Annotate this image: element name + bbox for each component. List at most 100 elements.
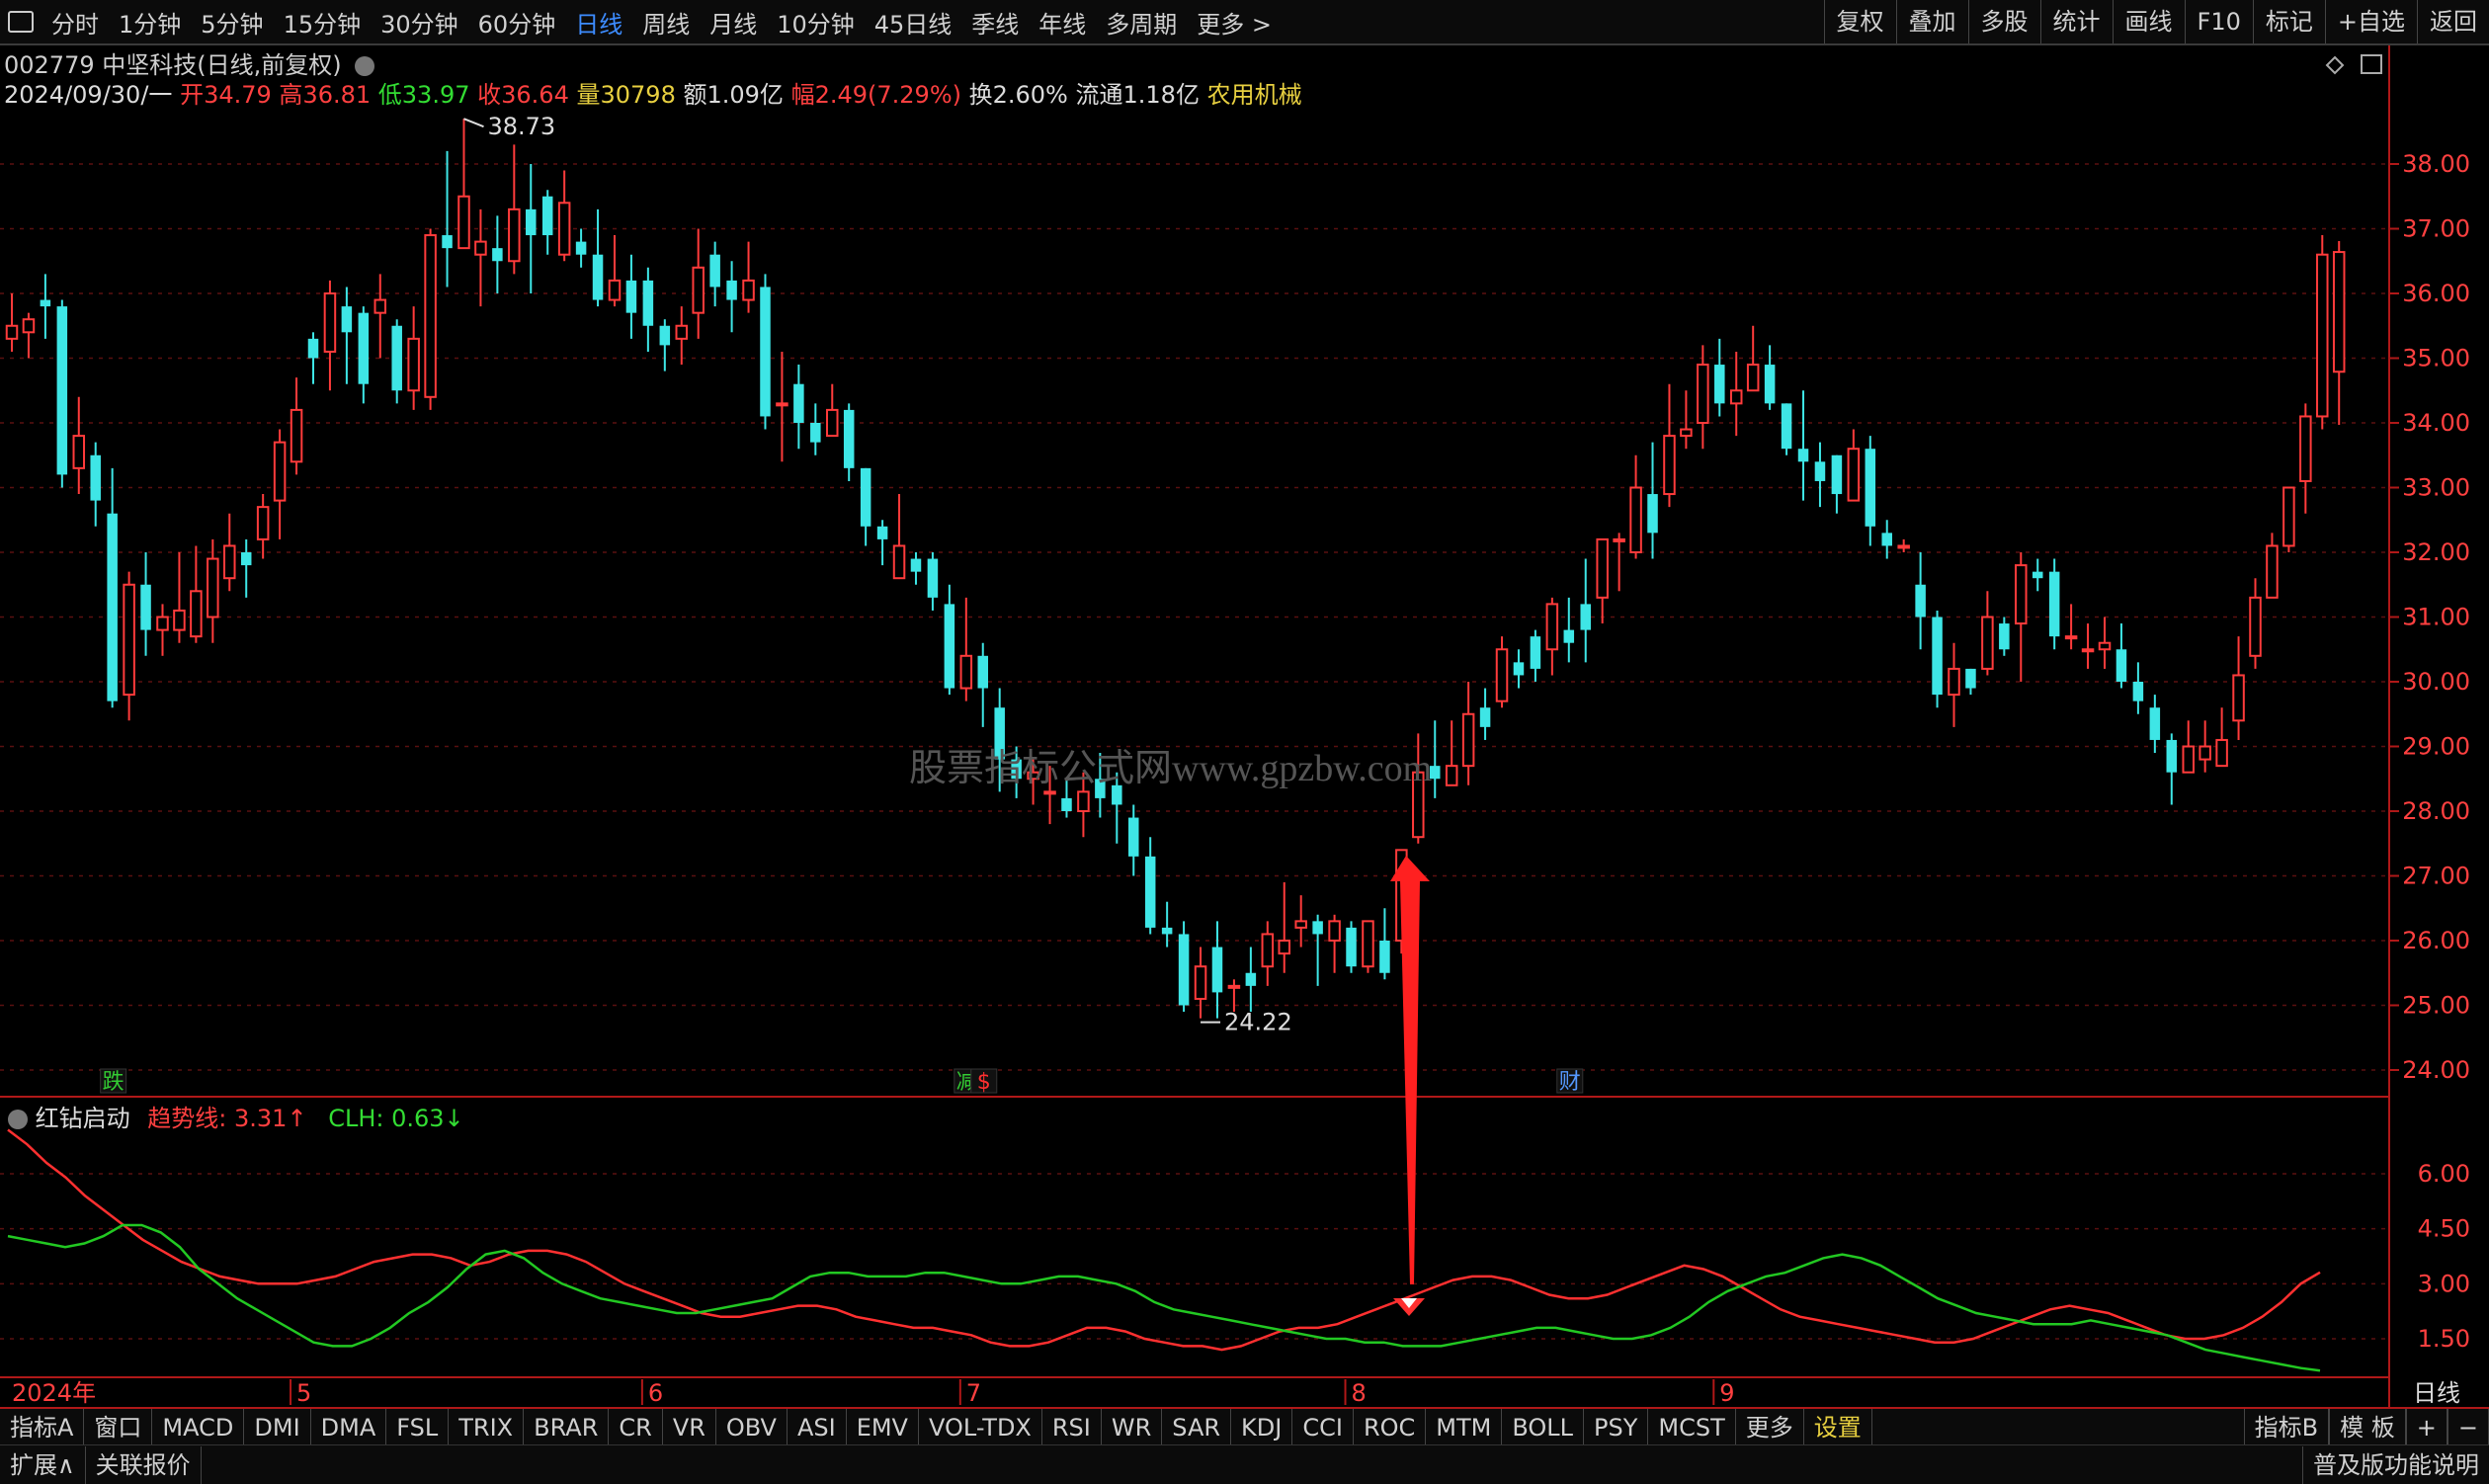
price-tick-label: 37.00 bbox=[2402, 215, 2470, 243]
related-quote-button[interactable]: 关联报价 bbox=[86, 1445, 202, 1484]
candle-body-down bbox=[910, 558, 922, 572]
candle-body-down bbox=[927, 558, 939, 598]
candle-body-down bbox=[1161, 927, 1173, 935]
indicator-tab[interactable]: BRAR bbox=[524, 1409, 610, 1446]
indicator-tab[interactable]: 指标A bbox=[0, 1409, 85, 1446]
candle-body-up bbox=[892, 544, 906, 580]
candle-body-down bbox=[1312, 921, 1323, 935]
candle-body-up bbox=[2081, 648, 2095, 653]
event-mark-label: $ bbox=[977, 1070, 991, 1095]
indicator-name: 红钻启动 bbox=[35, 1105, 130, 1132]
indicator-tab[interactable]: BOLL bbox=[1502, 1409, 1585, 1446]
high-pointer bbox=[463, 118, 484, 128]
candle-body-down bbox=[1563, 629, 1575, 643]
indicator-dropdown-icon[interactable] bbox=[8, 1110, 28, 1129]
indicator-tab[interactable]: EMV bbox=[847, 1409, 919, 1446]
candle-body-up bbox=[22, 318, 36, 334]
trend-value: 3.31 bbox=[234, 1105, 288, 1132]
candle-body-up bbox=[2282, 486, 2295, 547]
indicator-tab[interactable]: KDJ bbox=[1231, 1409, 1293, 1446]
candle-body-down bbox=[307, 338, 319, 359]
month-label: 8 bbox=[1352, 1379, 1367, 1407]
candle-body-down bbox=[1061, 797, 1072, 811]
diamond-signal-icon bbox=[1393, 1298, 1425, 1316]
indicator-tool-button[interactable]: 模 板 bbox=[2329, 1409, 2406, 1446]
indicator-tab[interactable]: ROC bbox=[1354, 1409, 1427, 1446]
indicator-tool-button[interactable]: + bbox=[2405, 1409, 2448, 1446]
candle-body-down bbox=[2132, 682, 2144, 701]
candle-body-up bbox=[156, 616, 169, 631]
candle-body-down bbox=[107, 513, 118, 701]
indicator-tab[interactable]: OBV bbox=[716, 1409, 788, 1446]
candle-body-up bbox=[2199, 745, 2211, 761]
candle-body-up bbox=[2182, 745, 2195, 774]
indicator-tab[interactable]: 更多 bbox=[1736, 1409, 1804, 1446]
chart-settings-icons bbox=[2325, 54, 2382, 75]
indicator-label: 红钻启动 趋势线: 3.31↑ CLH: 0.63↓ bbox=[8, 1099, 464, 1133]
candle-body-down bbox=[1781, 403, 1792, 450]
candle-body-up bbox=[1461, 712, 1475, 768]
indicator-tab[interactable]: VR bbox=[663, 1409, 716, 1446]
indicator-tab[interactable]: SAR bbox=[1162, 1409, 1232, 1446]
price-tick-label: 29.00 bbox=[2402, 733, 2470, 761]
candle-body-up bbox=[290, 408, 303, 463]
indicator-tab[interactable]: FSL bbox=[386, 1409, 450, 1446]
candle-body-down bbox=[1647, 494, 1658, 534]
candle-body-down bbox=[1881, 533, 1892, 546]
price-tick-label: 30.00 bbox=[2402, 668, 2470, 696]
indicator-tab[interactable]: CR bbox=[609, 1409, 663, 1446]
indicator-tab[interactable]: RSI bbox=[1042, 1409, 1102, 1446]
candle-body-up bbox=[1294, 920, 1307, 929]
candle-body-down bbox=[391, 325, 402, 391]
indicator-tick-label: 3.00 bbox=[2418, 1270, 2470, 1297]
candle-body-down bbox=[240, 552, 252, 566]
candle-body-up bbox=[123, 583, 135, 697]
indicator-tab[interactable]: ASI bbox=[788, 1409, 847, 1446]
kline-chart[interactable]: 38.00 37.00 36.00 35.00 34.00 33.00 32.00 31.00… bbox=[0, 0, 2489, 1407]
indicator-tab[interactable]: MTM bbox=[1426, 1409, 1503, 1446]
candle-body-down bbox=[1915, 584, 1926, 618]
indicator-tab[interactable]: TRIX bbox=[449, 1409, 525, 1446]
indicator-tab[interactable]: 窗口 bbox=[84, 1409, 153, 1446]
price-tick-label: 31.00 bbox=[2402, 604, 2470, 631]
indicator-tick-label: 6.00 bbox=[2418, 1160, 2470, 1188]
candle-body-up bbox=[1278, 940, 1291, 955]
indicator-tab[interactable]: CCI bbox=[1292, 1409, 1354, 1446]
candle-body-up bbox=[2266, 544, 2279, 599]
indicator-tool-button[interactable]: − bbox=[2447, 1409, 2489, 1446]
indicator-tab[interactable]: DMI bbox=[244, 1409, 311, 1446]
candle-body-down bbox=[810, 423, 821, 443]
candle-body-up bbox=[1261, 933, 1275, 968]
candle-body-up bbox=[173, 609, 186, 631]
candle-body-down bbox=[1379, 941, 1390, 973]
indicator-panel bbox=[7, 1128, 2321, 1372]
indicator-tab[interactable]: 设置 bbox=[1804, 1409, 1872, 1446]
candle-body-up bbox=[1227, 984, 1241, 989]
candle-body-down bbox=[793, 383, 804, 423]
feature-info-link[interactable]: 普及版功能说明 bbox=[2302, 1445, 2489, 1484]
watermark-text: 股票指标公式网www.gpzbw.com bbox=[909, 748, 1432, 789]
month-label: 5 bbox=[296, 1379, 311, 1407]
layout-icon bbox=[2361, 54, 2382, 74]
candle-body-down bbox=[860, 467, 871, 527]
price-tick-label: 34.00 bbox=[2402, 409, 2470, 437]
indicator-tab[interactable]: VOL-TDX bbox=[919, 1409, 1042, 1446]
candle-body-up bbox=[424, 234, 437, 398]
candle-body-up bbox=[1495, 648, 1509, 702]
candle-body-down bbox=[709, 254, 720, 288]
indicator-tab[interactable]: WR bbox=[1102, 1409, 1163, 1446]
expand-button[interactable]: 扩展∧ bbox=[0, 1445, 86, 1484]
trend-label: 趋势线: bbox=[147, 1105, 227, 1132]
candle-body-up bbox=[2215, 738, 2228, 768]
month-label: 6 bbox=[648, 1379, 663, 1407]
indicator-tab[interactable]: PSY bbox=[1584, 1409, 1649, 1446]
candle-body-down bbox=[1127, 817, 1139, 857]
indicator-tabs-bar: 指标A 窗口 MACD DMI DMA FSL TRIX BRAR CR VR OBV ASI EMV V… bbox=[0, 1407, 2489, 1446]
price-tick-label: 25.00 bbox=[2402, 992, 2470, 1020]
indicator-tab[interactable]: MACD bbox=[152, 1409, 245, 1446]
indicator-tool-button[interactable]: 指标B bbox=[2243, 1409, 2330, 1446]
indicator-tab[interactable]: MCST bbox=[1648, 1409, 1736, 1446]
indicator-tab[interactable]: DMA bbox=[311, 1409, 387, 1446]
candle-body-up bbox=[223, 544, 236, 580]
candle-body-down bbox=[2116, 649, 2127, 682]
